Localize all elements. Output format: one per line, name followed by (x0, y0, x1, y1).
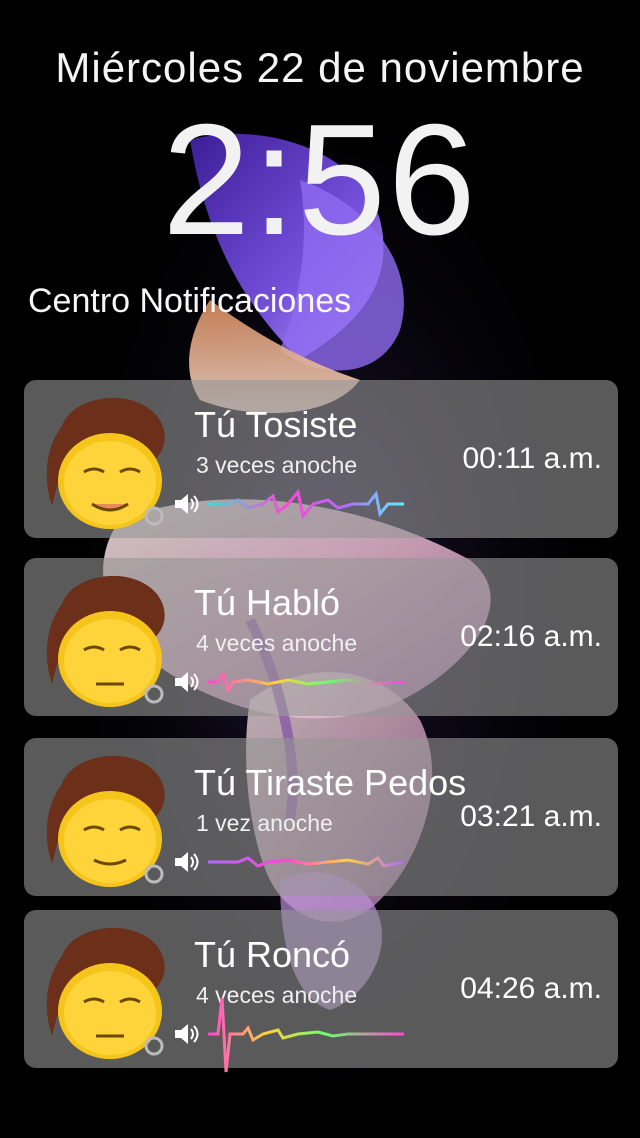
notification-title: Tú Tosiste (194, 404, 358, 445)
memoji-avatar (46, 927, 165, 1059)
notification-title: Tú Habló (194, 582, 341, 623)
notification-time: 02:16 a.m. (460, 620, 602, 653)
notification-title: Tú Tiraste Pedos (194, 762, 467, 803)
notification-center-title: Centro Notificaciones (28, 282, 352, 320)
notification-title: Tú Roncó (194, 934, 351, 975)
notification-time: 04:26 a.m. (460, 972, 602, 1005)
notification-time: 00:11 a.m. (462, 442, 602, 475)
audio-waveform (208, 488, 404, 520)
audio-waveform (208, 670, 405, 694)
memoji-avatar (46, 397, 165, 529)
notification-card-farted[interactable]: Tú Tiraste Pedos 1 vez anoche 03:21 a.m. (24, 738, 618, 896)
lockscreen-clock: 2:56 (162, 92, 478, 268)
speaker-icon[interactable] (172, 848, 200, 876)
notification-card-talked[interactable]: Tú Habló 4 veces anoche 02:16 a.m. (24, 558, 618, 716)
notification-subtitle: 1 vez anoche (196, 810, 333, 836)
speaker-icon[interactable] (172, 1020, 200, 1048)
memoji-avatar (46, 575, 165, 707)
speaker-icon[interactable] (172, 490, 200, 518)
notification-card-coughed[interactable]: Tú Tosiste 3 veces anoche 00:11 a.m. (24, 380, 618, 538)
audio-waveform (208, 856, 405, 868)
speaker-icon[interactable] (172, 668, 200, 696)
audio-waveform (208, 997, 404, 1073)
notification-subtitle: 4 veces anoche (196, 630, 358, 656)
memoji-avatar (46, 755, 165, 887)
notification-time: 03:21 a.m. (460, 800, 602, 833)
notification-card-snored[interactable]: Tú Roncó 4 veces anoche 04:26 a.m. (24, 910, 618, 1073)
lockscreen-date: Miércoles 22 de noviembre (55, 44, 585, 91)
notification-subtitle: 3 veces anoche (196, 452, 358, 478)
